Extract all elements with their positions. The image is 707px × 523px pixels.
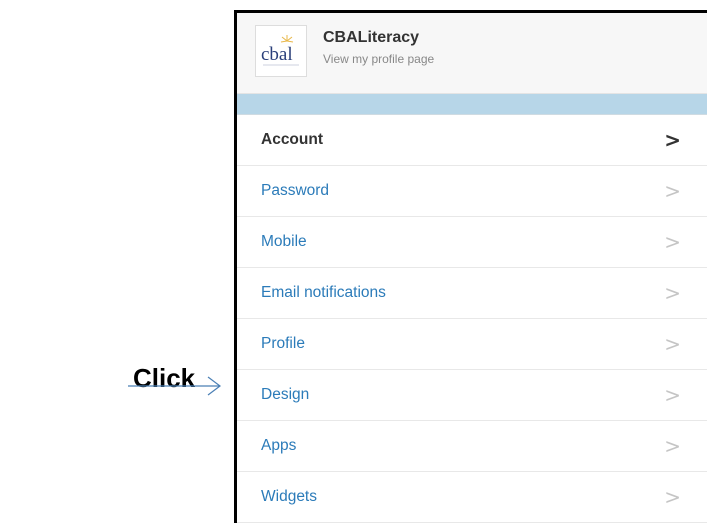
right-arrow-icon	[128, 376, 221, 396]
chevron-right-icon: >	[664, 434, 681, 458]
menu-item-account[interactable]: Account >	[237, 115, 707, 166]
menu-item-widgets[interactable]: Widgets >	[237, 472, 707, 523]
menu-item-label: Design	[261, 386, 310, 403]
chevron-right-icon: >	[664, 281, 681, 305]
header-band	[237, 94, 707, 115]
menu-item-profile[interactable]: Profile >	[237, 319, 707, 370]
menu-item-label: Profile	[261, 335, 305, 352]
profile-header[interactable]: cbal CBALiteracy View my profile page	[237, 13, 707, 94]
chevron-right-icon: >	[664, 230, 681, 254]
menu-item-label: Password	[261, 182, 330, 199]
settings-menu: Account > Password > Mobile > Email noti…	[237, 115, 707, 523]
settings-panel: cbal CBALiteracy View my profile page Ac…	[234, 10, 707, 523]
profile-name[interactable]: CBALiteracy	[323, 29, 419, 47]
menu-item-apps[interactable]: Apps >	[237, 421, 707, 472]
view-profile-link[interactable]: View my profile page	[323, 52, 434, 66]
chevron-right-icon: >	[664, 179, 681, 203]
chevron-right-icon: >	[664, 485, 681, 509]
menu-item-label: Widgets	[261, 488, 317, 505]
chevron-right-icon: >	[664, 128, 681, 152]
logo-text: cbal	[261, 44, 293, 65]
menu-item-label: Mobile	[261, 233, 307, 250]
menu-item-mobile[interactable]: Mobile >	[237, 217, 707, 268]
chevron-right-icon: >	[664, 332, 681, 356]
chevron-right-icon: >	[664, 383, 681, 407]
menu-item-label: Email notifications	[261, 284, 386, 301]
menu-item-label: Apps	[261, 437, 297, 454]
menu-item-email-notifications[interactable]: Email notifications >	[237, 268, 707, 319]
menu-item-design[interactable]: Design >	[237, 370, 707, 421]
cbal-logo: cbal	[255, 25, 307, 77]
menu-item-password[interactable]: Password >	[237, 166, 707, 217]
menu-item-label: Account	[261, 131, 323, 148]
